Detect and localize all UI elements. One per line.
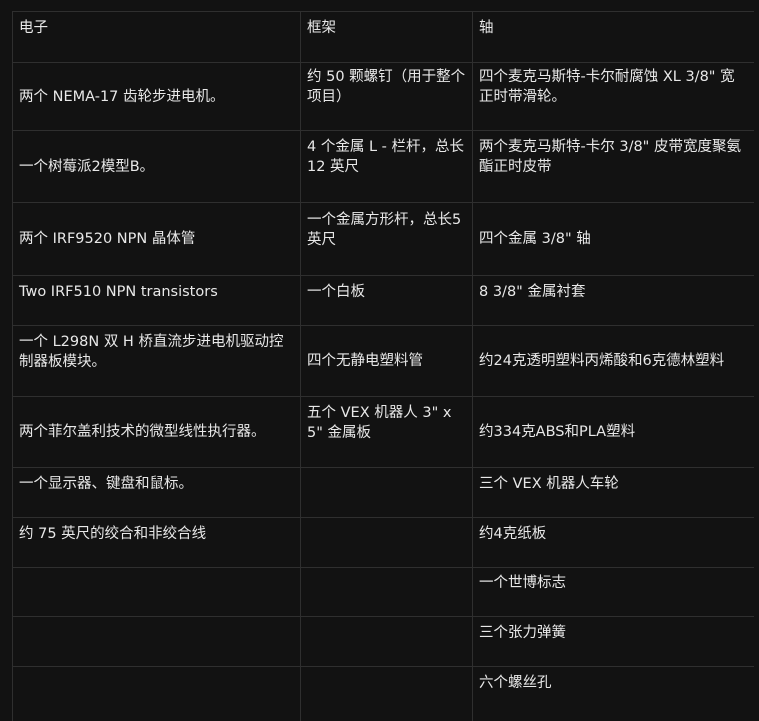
table-cell — [301, 468, 473, 518]
table-row: 一个 L298N 双 H 桥直流步进电机驱动控制器板模块。 四个无静电塑料管 约… — [13, 326, 755, 397]
table-cell — [301, 518, 473, 568]
table-cell: 8 3/8" 金属衬套 — [473, 276, 755, 326]
table-cell: 两个菲尔盖利技术的微型线性执行器。 — [13, 397, 301, 468]
table-cell: 六个螺丝孔 — [473, 667, 755, 721]
table-row: 六个螺丝孔 — [13, 667, 755, 721]
table-cell: 四个无静电塑料管 — [301, 326, 473, 397]
table-cell: 四个金属 3/8" 轴 — [473, 203, 755, 276]
table-cell: 四个麦克马斯特-卡尔耐腐蚀 XL 3/8" 宽正时带滑轮。 — [473, 63, 755, 131]
table-cell: 4 个金属 L - 栏杆，总长 12 英尺 — [301, 131, 473, 203]
table-cell: 约 50 颗螺钉（用于整个项目） — [301, 63, 473, 131]
table-cell: 约334克ABS和PLA塑料 — [473, 397, 755, 468]
table-row: Two IRF510 NPN transistors 一个白板 8 3/8" 金… — [13, 276, 755, 326]
table-row: 两个 IRF9520 NPN 晶体管 一个金属方形杆，总长5英尺 四个金属 3/… — [13, 203, 755, 276]
table-row: 约 75 英尺的绞合和非绞合线 约4克纸板 — [13, 518, 755, 568]
table-cell — [13, 568, 301, 617]
table-header-row: 电子 框架 轴 — [13, 12, 755, 63]
materials-table: 电子 框架 轴 两个 NEMA-17 齿轮步进电机。 约 50 颗螺钉（用于整个… — [12, 11, 754, 721]
table-cell: 一个世博标志 — [473, 568, 755, 617]
table-cell: Two IRF510 NPN transistors — [13, 276, 301, 326]
table-cell — [301, 568, 473, 617]
table-cell: 约24克透明塑料丙烯酸和6克德林塑料 — [473, 326, 755, 397]
table-cell: 三个 VEX 机器人车轮 — [473, 468, 755, 518]
table-cell — [301, 617, 473, 667]
table-cell: 五个 VEX 机器人 3" x 5" 金属板 — [301, 397, 473, 468]
table-cell: 约4克纸板 — [473, 518, 755, 568]
table-cell: 两个 IRF9520 NPN 晶体管 — [13, 203, 301, 276]
table-cell: 两个 NEMA-17 齿轮步进电机。 — [13, 63, 301, 131]
header-frame: 框架 — [301, 12, 473, 63]
header-electronics: 电子 — [13, 12, 301, 63]
table-row: 一个世博标志 — [13, 568, 755, 617]
table-cell — [13, 617, 301, 667]
table-cell: 一个树莓派2模型B。 — [13, 131, 301, 203]
table-cell — [13, 667, 301, 721]
table-row: 一个树莓派2模型B。 4 个金属 L - 栏杆，总长 12 英尺 两个麦克马斯特… — [13, 131, 755, 203]
table-cell — [301, 667, 473, 721]
table-row: 一个显示器、键盘和鼠标。 三个 VEX 机器人车轮 — [13, 468, 755, 518]
table-cell: 一个白板 — [301, 276, 473, 326]
table-cell: 一个金属方形杆，总长5英尺 — [301, 203, 473, 276]
table-row: 三个张力弹簧 — [13, 617, 755, 667]
table-cell: 一个 L298N 双 H 桥直流步进电机驱动控制器板模块。 — [13, 326, 301, 397]
table-row: 两个菲尔盖利技术的微型线性执行器。 五个 VEX 机器人 3" x 5" 金属板… — [13, 397, 755, 468]
table-cell: 一个显示器、键盘和鼠标。 — [13, 468, 301, 518]
table-row: 两个 NEMA-17 齿轮步进电机。 约 50 颗螺钉（用于整个项目） 四个麦克… — [13, 63, 755, 131]
materials-table-container: 电子 框架 轴 两个 NEMA-17 齿轮步进电机。 约 50 颗螺钉（用于整个… — [12, 11, 754, 721]
header-axis: 轴 — [473, 12, 755, 63]
table-cell: 三个张力弹簧 — [473, 617, 755, 667]
table-cell: 约 75 英尺的绞合和非绞合线 — [13, 518, 301, 568]
table-cell: 两个麦克马斯特-卡尔 3/8" 皮带宽度聚氨酯正时皮带 — [473, 131, 755, 203]
